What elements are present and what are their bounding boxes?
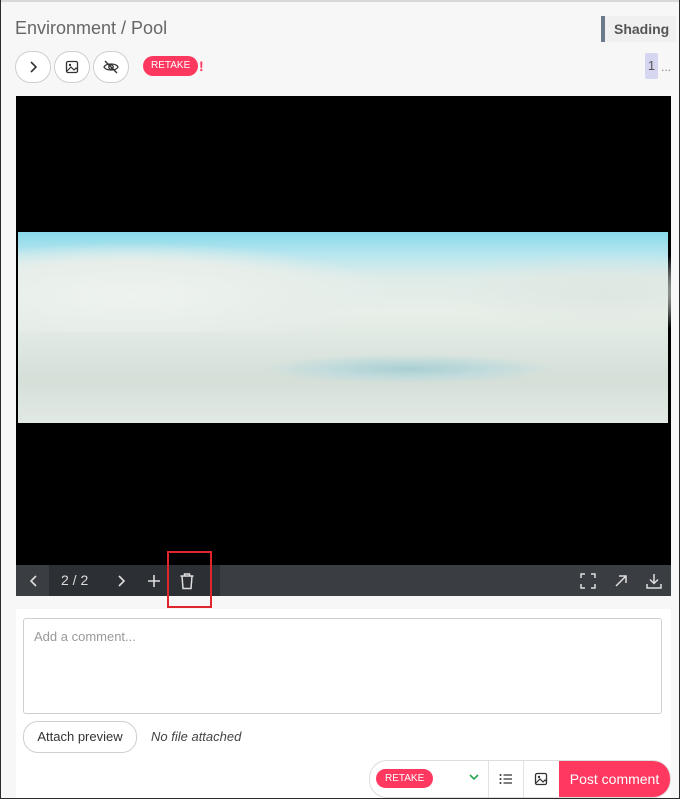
previous-frame-button[interactable] (21, 565, 47, 596)
expand-button[interactable] (15, 51, 51, 83)
task-panel: Environment / Pool Shading RETAKE ! 1 ..… (0, 0, 680, 799)
chevron-down-icon (469, 774, 479, 781)
open-external-icon (615, 574, 627, 587)
plus-icon (148, 574, 160, 587)
top-border (1, 0, 679, 2)
image-icon (534, 772, 548, 786)
download-button[interactable] (641, 565, 667, 596)
eye-off-icon (103, 60, 119, 74)
page-title: Environment / Pool (15, 18, 168, 38)
fullscreen-button[interactable] (575, 565, 601, 596)
chevron-right-icon (118, 574, 126, 587)
status-badge: RETAKE (143, 56, 199, 76)
preview-viewer[interactable] (16, 96, 671, 565)
status-select-value: RETAKE (376, 769, 434, 788)
post-comment-bar: RETAKE Post comment (369, 760, 671, 798)
task-type-tag[interactable]: Shading (601, 16, 676, 42)
page-number[interactable]: 1 (645, 53, 658, 79)
download-icon (646, 573, 662, 589)
player-toolbar: 2 / 2 (16, 565, 671, 596)
post-comment-button[interactable]: Post comment (559, 761, 670, 797)
comment-input[interactable] (23, 618, 662, 714)
attached-file-label: No file attached (151, 729, 242, 744)
preview-image (18, 232, 671, 423)
page-more[interactable]: ... (661, 60, 671, 74)
next-frame-button[interactable] (108, 565, 134, 596)
attach-image-button[interactable] (524, 761, 558, 797)
chevron-left-icon (29, 574, 37, 587)
add-preview-button[interactable] (141, 565, 167, 596)
attach-preview-button[interactable]: Attach preview (23, 721, 137, 753)
checklist-button[interactable] (489, 761, 523, 797)
frame-counter: 2 / 2 (61, 572, 89, 588)
status-select[interactable]: RETAKE (370, 761, 488, 797)
fullscreen-icon (580, 572, 596, 589)
set-preview-button[interactable] (54, 51, 90, 83)
delete-highlight-box (167, 551, 212, 608)
chevron-right-icon (30, 61, 38, 73)
open-external-button[interactable] (608, 565, 634, 596)
image-icon (65, 60, 79, 74)
list-icon (499, 774, 512, 784)
status-alert: ! (199, 58, 204, 74)
toggle-visibility-button[interactable] (93, 51, 129, 83)
